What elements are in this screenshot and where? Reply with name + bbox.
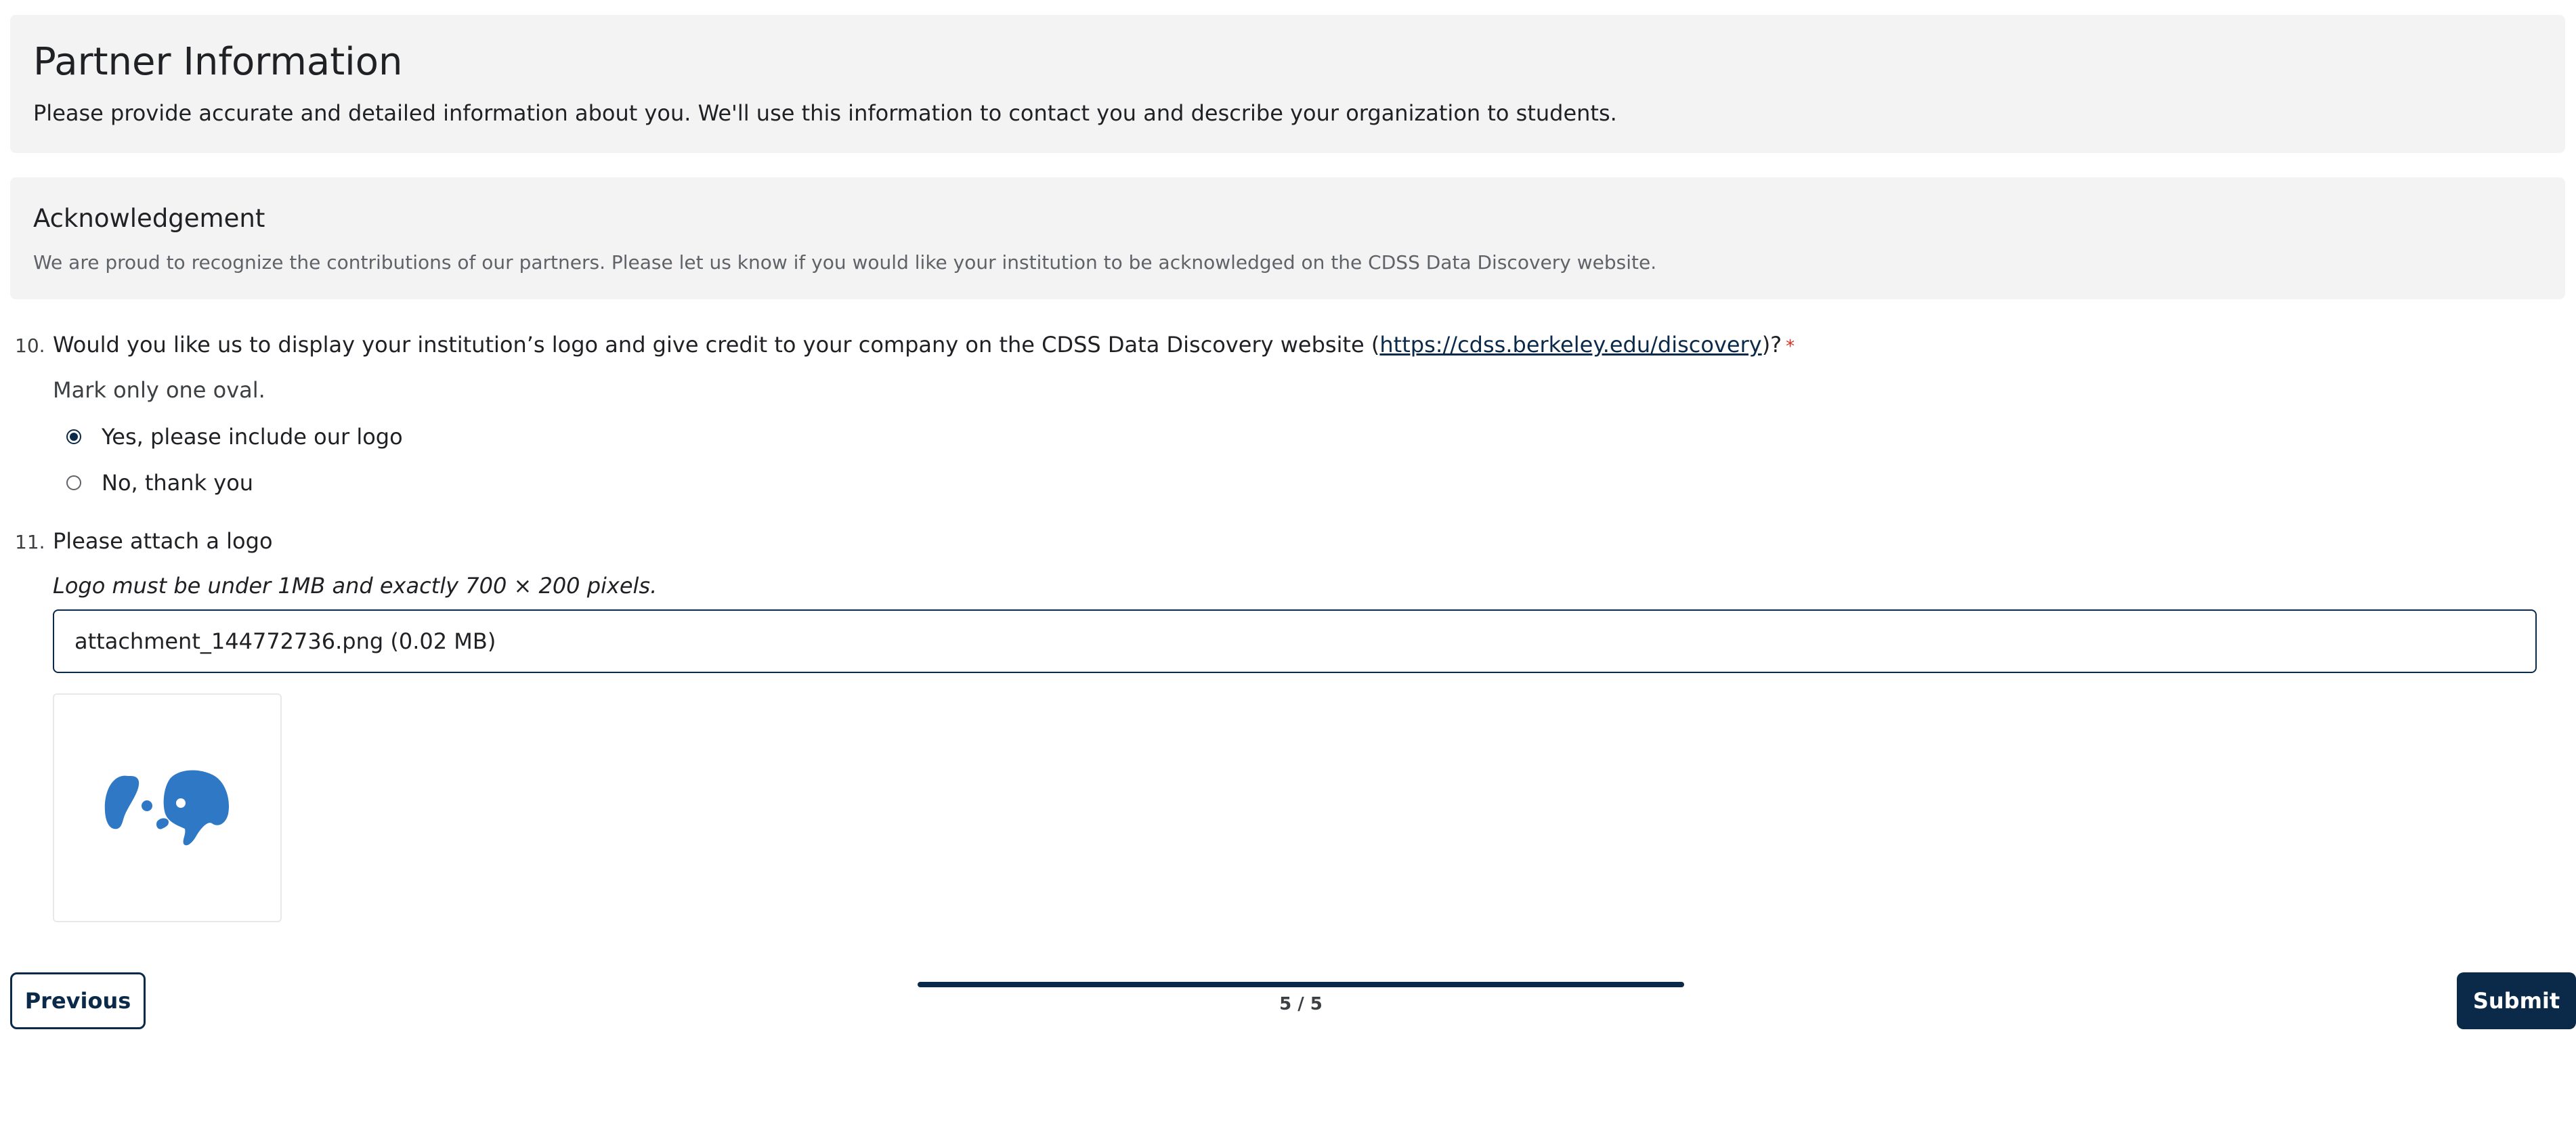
page-description: Please provide accurate and detailed inf…	[33, 100, 1617, 126]
previous-button[interactable]: Previous	[10, 972, 146, 1029]
question-number: 11.	[15, 531, 45, 553]
question-text: Please attach a logo	[53, 528, 273, 554]
progress-bar	[918, 982, 1684, 987]
section-card-acknowledgement: Acknowledgement We are proud to recogniz…	[10, 177, 2565, 299]
question-number: 10.	[15, 335, 45, 357]
progress-bar-fill	[918, 982, 1684, 987]
required-asterisk: *	[1786, 337, 1795, 357]
discovery-link[interactable]: https://cdss.berkeley.edu/discovery	[1379, 332, 1761, 358]
question-11: 11. Please attach a logo	[15, 528, 692, 555]
question-text-after: )?	[1761, 332, 1782, 358]
radio-button[interactable]	[66, 475, 81, 490]
question-text-before: Would you like us to display your instit…	[53, 332, 1380, 358]
file-upload-field[interactable]: attachment_144772736.png (0.02 MB)	[53, 609, 2537, 673]
radio-label: Yes, please include our logo	[102, 424, 403, 450]
radio-label: No, thank you	[102, 470, 254, 496]
form-header-card: Partner Information Please provide accur…	[10, 15, 2565, 153]
question-10: 10. Would you like us to display your in…	[15, 332, 2520, 359]
submit-button[interactable]: Submit	[2457, 972, 2576, 1029]
question-text: Would you like us to display your instit…	[53, 332, 1795, 358]
file-name: attachment_144772736.png (0.02 MB)	[74, 628, 496, 654]
section-title: Acknowledgement	[33, 204, 265, 233]
question-hint: Logo must be under 1MB and exactly 700 ×…	[53, 573, 658, 599]
question-hint: Mark only one oval.	[53, 377, 265, 403]
logo-preview	[53, 693, 282, 922]
form-page: Partner Information Please provide accur…	[0, 0, 2576, 1143]
radio-option-no[interactable]: No, thank you	[66, 469, 253, 496]
page-title: Partner Information	[33, 40, 403, 84]
dog-logo-icon	[104, 770, 230, 846]
radio-option-yes[interactable]: Yes, please include our logo	[66, 423, 403, 450]
progress-text: 5 / 5	[1279, 994, 1323, 1014]
section-description: We are proud to recognize the contributi…	[33, 251, 1657, 274]
radio-button-checked[interactable]	[66, 429, 81, 444]
